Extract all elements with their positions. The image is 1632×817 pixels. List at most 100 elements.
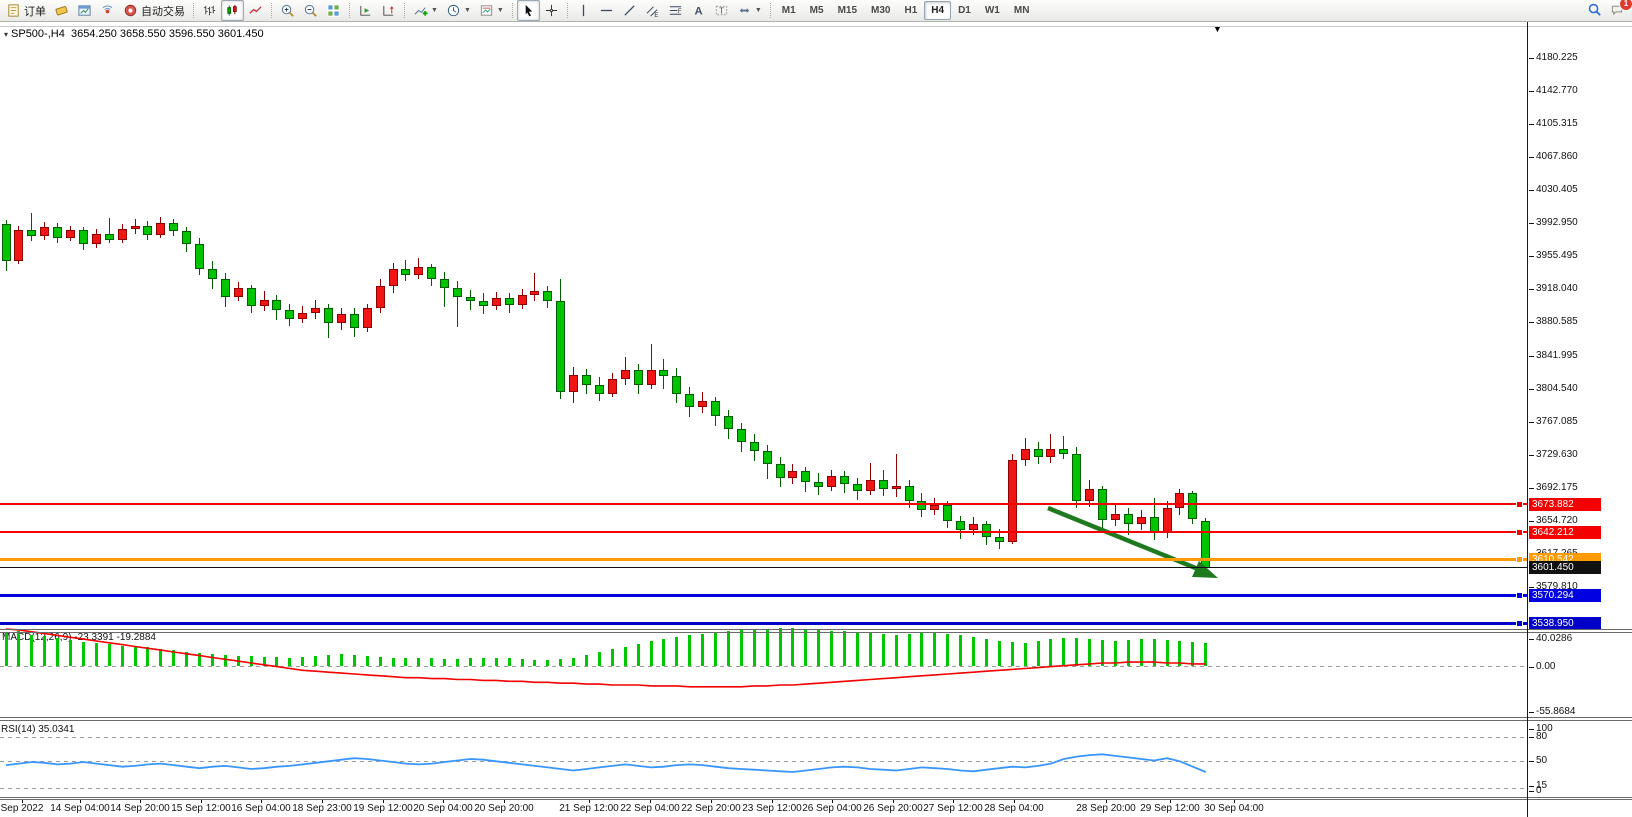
resistance-line-2-price-label: 3642.212 <box>1529 526 1601 539</box>
resistance-line-2[interactable] <box>0 531 1527 533</box>
zoom-in-button[interactable] <box>276 0 299 21</box>
tile-windows-button[interactable] <box>322 0 345 21</box>
text-button[interactable]: A <box>687 0 710 21</box>
timeframe-m5-button[interactable]: M5 <box>803 1 831 20</box>
candlestick-button[interactable] <box>221 0 244 21</box>
macd-histogram-bar <box>598 652 601 666</box>
autotrade-button[interactable]: 自动交易 <box>119 0 189 21</box>
time-tick-label: 29 Sep 12:00 <box>1140 803 1200 814</box>
macd-histogram-bar <box>972 637 975 665</box>
channel-button[interactable]: E <box>641 0 664 21</box>
indicators-button[interactable]: ▼ <box>409 0 442 21</box>
toolbar-separator <box>271 3 272 18</box>
timeframe-w1-button[interactable]: W1 <box>978 1 1007 20</box>
macd-histogram-bar <box>456 659 459 665</box>
text-label-button[interactable]: T <box>710 0 733 21</box>
rsi-line <box>6 754 1206 772</box>
search-icon <box>1587 2 1602 17</box>
tile-windows-icon <box>326 3 341 18</box>
candle <box>169 223 178 231</box>
candle <box>260 300 269 306</box>
signal-button[interactable] <box>96 0 119 21</box>
price-axis[interactable]: 4180.2254142.7704105.3154067.8604030.405… <box>1528 22 1632 817</box>
svg-text:A: A <box>694 6 702 18</box>
chart-ohlc-values: 3654.250 3658.550 3596.550 3601.450 <box>71 28 264 40</box>
macd-histogram-bar <box>688 635 691 665</box>
macd-histogram-bar <box>1011 642 1014 666</box>
periods-button[interactable]: ▼ <box>442 0 475 21</box>
support-line-blue-1[interactable] <box>0 594 1527 597</box>
current-price-line[interactable] <box>0 567 1527 568</box>
support-line-blue-1-handle[interactable] <box>1516 592 1523 599</box>
zoom-out-button[interactable] <box>299 0 322 21</box>
bar-chart-button[interactable] <box>198 0 221 21</box>
search-button[interactable] <box>1583 0 1606 20</box>
candle <box>1175 493 1184 508</box>
candle <box>350 314 359 328</box>
support-line-blue-2-handle[interactable] <box>1516 620 1523 627</box>
candle <box>776 464 785 477</box>
price-tick-label: 4067.860 <box>1536 151 1578 162</box>
candle <box>608 379 617 394</box>
time-tick-label: 20 Sep 20:00 <box>474 803 534 814</box>
support-line-orange-handle[interactable] <box>1516 556 1523 563</box>
time-axis[interactable]: Sep 202214 Sep 04:0014 Sep 20:0015 Sep 1… <box>0 799 1527 817</box>
candle <box>2 224 11 261</box>
macd-histogram-bar <box>843 631 846 666</box>
fibonacci-button[interactable]: F <box>664 0 687 21</box>
timeframe-m30-button[interactable]: M30 <box>864 1 897 20</box>
resistance-line-1-price-label: 3673.882 <box>1529 498 1601 511</box>
chart-window-button[interactable] <box>73 0 96 21</box>
candle-wick <box>896 454 897 497</box>
candle <box>79 230 88 244</box>
chart-plot-area[interactable]: ▾SP500-,H4 3654.250 3658.550 3596.550 36… <box>0 22 1527 817</box>
price-tick-label: 3955.495 <box>1536 250 1578 261</box>
timeframe-m1-button[interactable]: M1 <box>775 1 803 20</box>
resistance-line-2-handle[interactable] <box>1516 529 1523 536</box>
macd-histogram-bar <box>933 633 936 666</box>
candle-wick <box>444 272 445 306</box>
label-icon: T <box>714 3 729 18</box>
support-line-orange[interactable] <box>0 558 1527 561</box>
candle <box>1124 514 1133 525</box>
support-line-blue-2[interactable] <box>0 622 1527 625</box>
horizontal-line-button[interactable] <box>595 0 618 21</box>
shapes-button[interactable]: ▼ <box>733 0 766 21</box>
timeframe-mn-button[interactable]: MN <box>1007 1 1037 20</box>
new-order-button[interactable] <box>50 0 73 21</box>
rsi-level-line <box>0 737 1527 738</box>
resistance-line-1[interactable] <box>0 503 1527 505</box>
macd-histogram-bar <box>740 630 743 666</box>
chart-shift-button[interactable] <box>354 0 377 21</box>
templates-button[interactable]: ▼ <box>475 0 508 21</box>
candle <box>221 279 230 297</box>
macd-histogram-bar <box>482 658 485 665</box>
macd-histogram-bar <box>353 655 356 666</box>
crosshair-button[interactable] <box>540 0 563 21</box>
price-tick-label: 4180.225 <box>1536 52 1578 63</box>
indicator-lines-overlay <box>0 22 1527 817</box>
time-tick-label: 28 Sep 04:00 <box>984 803 1044 814</box>
line-chart-button[interactable] <box>244 0 267 21</box>
macd-histogram-bar <box>766 629 769 666</box>
candle <box>1163 508 1172 533</box>
resistance-line-1-handle[interactable] <box>1516 501 1523 508</box>
order-button[interactable]: 订单 <box>2 0 50 21</box>
cursor-button[interactable] <box>517 0 540 21</box>
price-tick-label: 4030.405 <box>1536 184 1578 195</box>
timeframe-m15-button[interactable]: M15 <box>831 1 864 20</box>
timeframe-h4-button[interactable]: H4 <box>924 1 951 20</box>
rsi-level-line <box>0 788 1527 789</box>
candle <box>788 471 797 477</box>
macd-scale-label: -55.8684 <box>1536 706 1575 717</box>
vertical-line-button[interactable] <box>572 0 595 21</box>
trendline-button[interactable] <box>618 0 641 21</box>
macd-histogram-bar <box>288 658 291 666</box>
candle <box>659 370 668 376</box>
timeframe-d1-button[interactable]: D1 <box>951 1 978 20</box>
auto-scroll-button[interactable] <box>377 0 400 21</box>
macd-histogram-bar <box>1049 639 1052 666</box>
shapes-icon <box>737 3 752 18</box>
toolbar-separator <box>567 3 568 18</box>
timeframe-h1-button[interactable]: H1 <box>897 1 924 20</box>
